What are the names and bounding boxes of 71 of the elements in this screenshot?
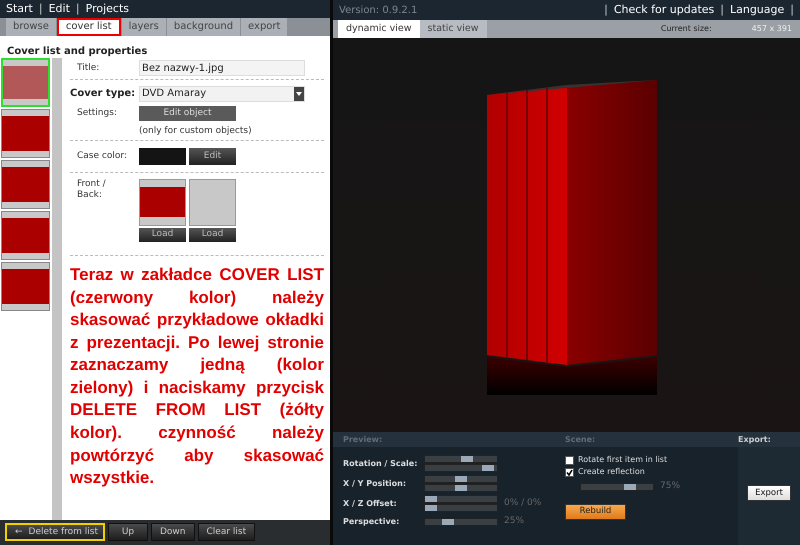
menu-item[interactable]: Projects bbox=[86, 0, 129, 18]
checkbox[interactable] bbox=[565, 468, 574, 476]
cover-thumbnail[interactable] bbox=[1, 210, 50, 260]
rebuild-button[interactable]: Rebuild bbox=[565, 504, 626, 520]
cover-thumbnail[interactable] bbox=[1, 262, 50, 311]
front-cover-image bbox=[139, 178, 186, 226]
field-label: Settings: bbox=[77, 107, 118, 120]
settings-note: (only for custom objects) bbox=[70, 122, 324, 141]
slider-thumb[interactable] bbox=[455, 485, 467, 491]
field-label: Title: bbox=[77, 62, 100, 75]
cover-type-dropdown[interactable]: DVD Amaray bbox=[139, 86, 305, 102]
menu-separator: | bbox=[790, 2, 794, 18]
menu-item[interactable]: Edit bbox=[48, 0, 70, 18]
load-button[interactable]: Load bbox=[139, 228, 186, 242]
slider-label: Rotation / Scale: bbox=[343, 458, 418, 470]
slider-thumb[interactable] bbox=[624, 484, 636, 490]
slider-thumb[interactable] bbox=[461, 456, 473, 462]
slider-thumb[interactable] bbox=[425, 496, 437, 502]
menu-item[interactable]: Language bbox=[730, 2, 784, 18]
field-label: Front / Back: bbox=[77, 178, 107, 202]
menu-item[interactable]: Check for updates bbox=[614, 2, 714, 18]
cover-thumbnail[interactable] bbox=[1, 160, 50, 209]
checkbox-label: Rotate first item in list bbox=[578, 454, 668, 466]
checkbox[interactable] bbox=[565, 456, 574, 464]
annotation-text: Teraz w zakładce COVER LIST (czerwony kolor) należy skasować przykładowe okładki z prezentacji. Po lewej stronie zaznaczamy jedną (kolor zielony) i naciskamy przycisk DELETE FROM LIST (żółty kolor). czynność należy powtórzyć aby skasować wszystkie. bbox=[70, 264, 324, 490]
view-tab[interactable]: static view bbox=[420, 20, 486, 38]
toolbar-button[interactable]: Down bbox=[151, 523, 195, 542]
tab[interactable]: layers bbox=[122, 18, 166, 36]
load-button[interactable]: Load bbox=[189, 228, 236, 242]
menu-separator: | bbox=[720, 2, 724, 18]
slider-thumb[interactable] bbox=[425, 505, 437, 511]
cover-thumbnail[interactable] bbox=[1, 58, 50, 107]
back-cover-image bbox=[189, 178, 236, 226]
field-label: Cover type: bbox=[70, 87, 136, 102]
edit-object-button[interactable]: Edit object bbox=[139, 106, 236, 122]
slider-label: Perspective: bbox=[343, 516, 400, 528]
menu-separator: | bbox=[38, 0, 43, 17]
slider-thumb[interactable] bbox=[482, 465, 494, 471]
version-text: Version: 0.9.2.1 bbox=[339, 4, 418, 18]
export-section-label: Export: bbox=[738, 434, 771, 446]
title-field[interactable]: Bez nazwy-1.jpg bbox=[139, 60, 305, 76]
slider-reading: 25% bbox=[504, 515, 524, 528]
tab[interactable]: export bbox=[241, 18, 288, 36]
slider-label: X / Y Position: bbox=[343, 478, 408, 490]
menu-separator: | bbox=[76, 0, 80, 17]
tab[interactable]: cover list bbox=[56, 18, 121, 36]
cover-thumbnail[interactable] bbox=[1, 108, 50, 158]
panel-heading: Cover list and properties bbox=[6, 44, 148, 58]
case-color-swatch[interactable] bbox=[139, 148, 186, 165]
checkbox-label: Create reflection bbox=[578, 466, 645, 478]
export-button[interactable]: Export bbox=[747, 485, 791, 501]
delete-from-list-button[interactable]: ← Delete from list bbox=[5, 523, 105, 542]
toolbar-button[interactable]: Clear list bbox=[198, 523, 256, 542]
case-color-edit-button[interactable]: Edit bbox=[189, 148, 236, 165]
view-tab[interactable]: dynamic view bbox=[338, 20, 420, 38]
scrollbar[interactable] bbox=[52, 58, 62, 520]
tab[interactable]: browse bbox=[6, 18, 56, 36]
slider-reading: 0% / 0% bbox=[504, 496, 542, 510]
current-size-label: Current size: bbox=[660, 23, 712, 35]
menu-item[interactable]: Start bbox=[6, 0, 33, 18]
slider-label: X / Z Offset: bbox=[343, 498, 398, 510]
current-size-value: 457 x 391 bbox=[752, 23, 792, 35]
tab[interactable]: background bbox=[166, 18, 240, 36]
menu-separator: | bbox=[604, 2, 608, 18]
preview-section-label: Preview: bbox=[342, 434, 384, 446]
slider-reading: 75% bbox=[660, 480, 680, 493]
toolbar-button[interactable]: Up bbox=[108, 523, 148, 542]
slider-thumb[interactable] bbox=[455, 476, 467, 482]
slider-thumb[interactable] bbox=[442, 518, 454, 525]
scene-section-label: Scene: bbox=[565, 434, 596, 446]
field-label: Case color: bbox=[77, 150, 128, 163]
